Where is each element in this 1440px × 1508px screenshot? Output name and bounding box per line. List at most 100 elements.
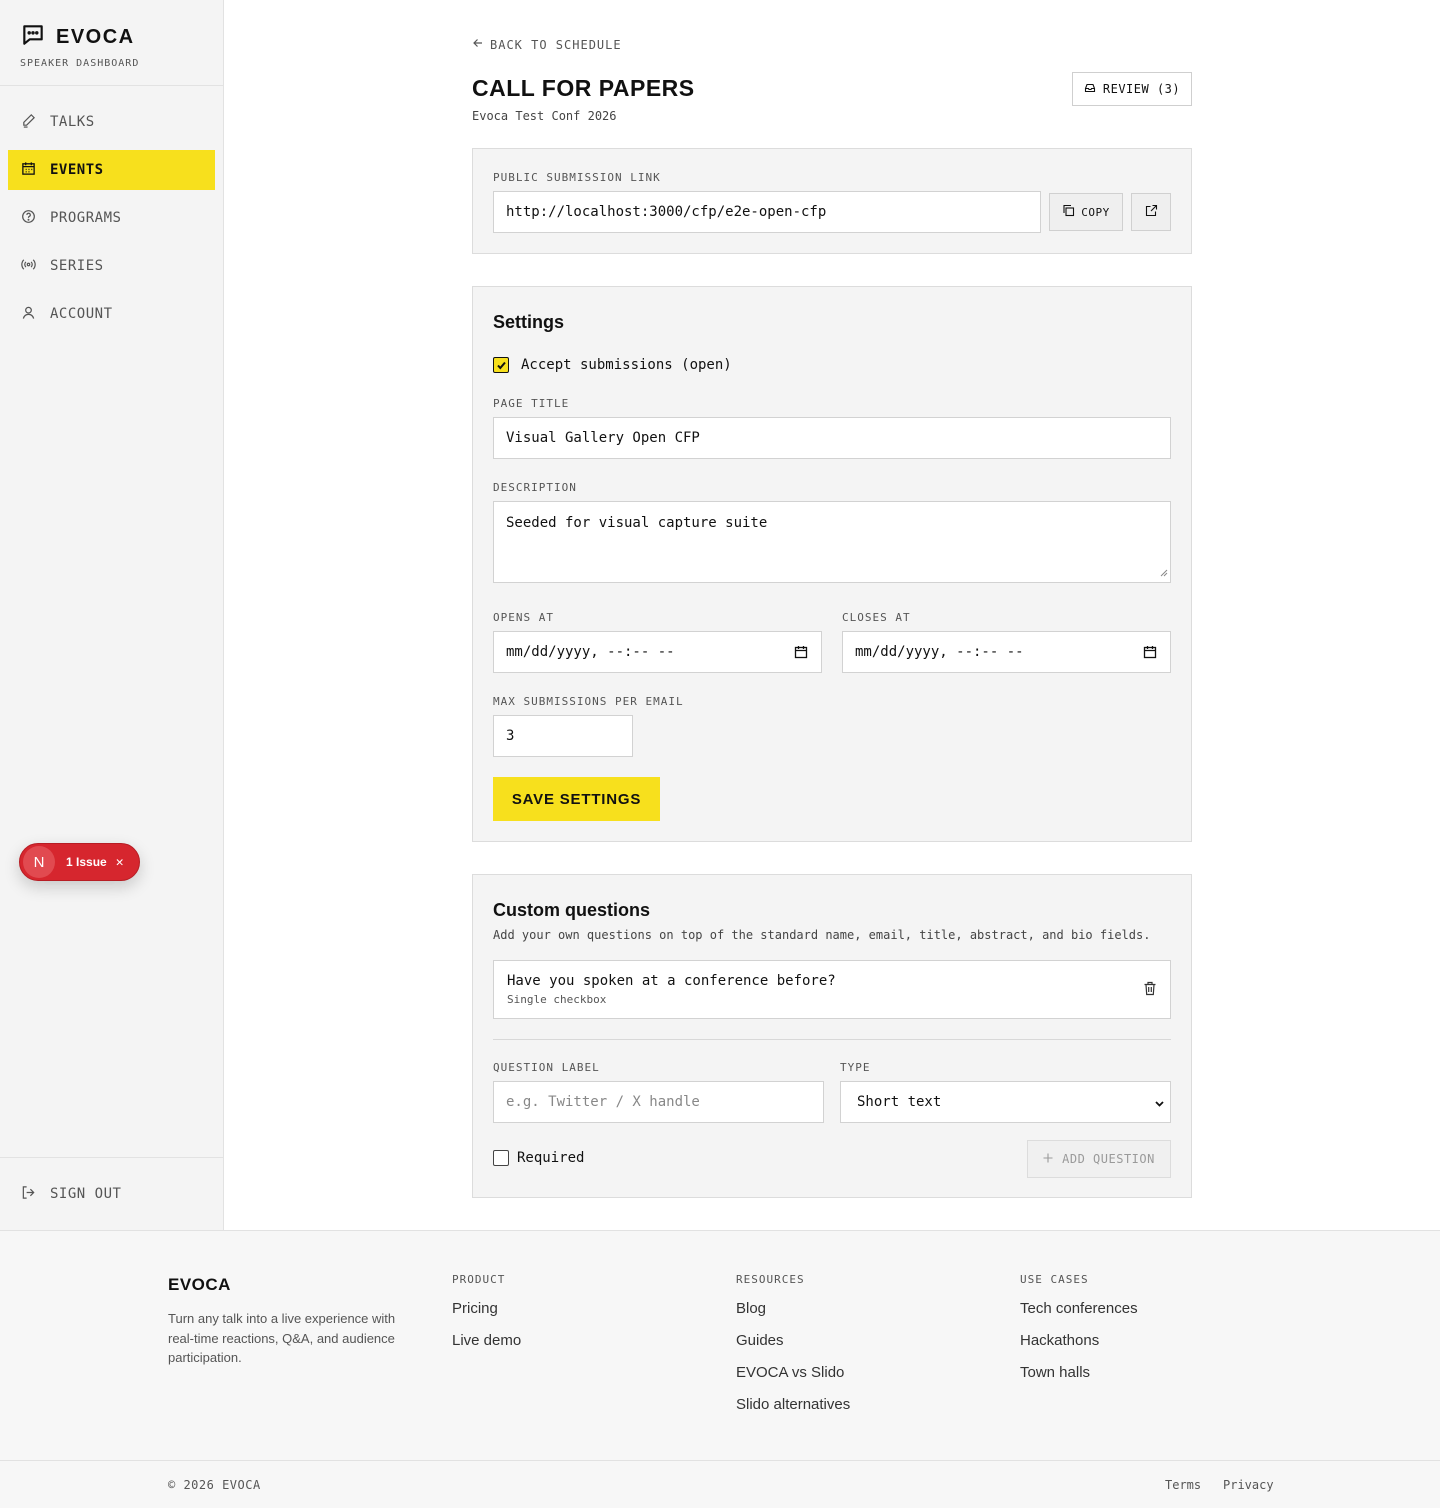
- description-textarea[interactable]: Seeded for visual capture suite: [493, 501, 1171, 583]
- question-type: Single checkbox: [507, 993, 607, 1006]
- privacy-link[interactable]: Privacy: [1223, 1478, 1274, 1492]
- help-circle-icon: [21, 209, 36, 228]
- page-title-input[interactable]: Visual Gallery Open CFP: [493, 417, 1171, 459]
- footer-description: Turn any talk into a live experience wit…: [168, 1311, 396, 1365]
- sidebar-item-label: EVENTS: [50, 162, 104, 178]
- footer-link-evoca-vs-slido[interactable]: EVOCA vs Slido: [736, 1364, 850, 1396]
- issue-count[interactable]: 1 Issue: [66, 855, 107, 869]
- open-link-button[interactable]: [1131, 193, 1171, 231]
- sidebar-item-talks[interactable]: TALKS: [8, 102, 215, 142]
- submission-link-input[interactable]: http://localhost:3000/cfp/e2e-open-cfp: [493, 191, 1041, 233]
- sign-out-icon: [21, 1185, 36, 1204]
- chevron-down-icon: [1154, 1097, 1165, 1113]
- review-label: REVIEW (3): [1102, 82, 1181, 96]
- accept-submissions-label: Accept submissions (open): [521, 357, 732, 373]
- footer-link-blog[interactable]: Blog: [736, 1300, 850, 1332]
- closes-at-label: CLOSES AT: [842, 611, 911, 624]
- calendar-icon[interactable]: [794, 645, 808, 663]
- type-field-label: TYPE: [840, 1061, 871, 1074]
- calendar-icon[interactable]: [1143, 645, 1157, 663]
- sign-out-label: SIGN OUT: [50, 1186, 122, 1202]
- custom-questions-heading: Custom questions: [493, 900, 651, 920]
- footer-column-resources: RESOURCES Blog Guides EVOCA vs Slido Sli…: [736, 1273, 850, 1428]
- broadcast-icon: [21, 257, 36, 276]
- arrow-left-icon: [472, 37, 484, 52]
- footer-column-title: USE CASES: [1020, 1273, 1089, 1286]
- sidebar-item-account[interactable]: ACCOUNT: [8, 294, 215, 334]
- trash-icon[interactable]: [1143, 981, 1157, 1000]
- footer-column-use-cases: USE CASES Tech conferences Hackathons To…: [1020, 1273, 1138, 1396]
- description-value: Seeded for visual capture suite: [506, 515, 768, 531]
- question-item: Have you spoken at a conference before? …: [493, 960, 1171, 1019]
- footer-brand[interactable]: EVOCA: [168, 1275, 231, 1295]
- opens-at-input[interactable]: mm/dd/yyyy, --:-- --: [493, 631, 822, 673]
- pen-icon: [21, 113, 36, 132]
- footer-link-hackathons[interactable]: Hackathons: [1020, 1332, 1138, 1364]
- footer-link-live-demo[interactable]: Live demo: [452, 1332, 521, 1364]
- site-footer: EVOCA Turn any talk into a live experien…: [0, 1230, 1440, 1508]
- issue-logo: N: [23, 846, 55, 878]
- divider: [493, 1039, 1171, 1040]
- close-icon[interactable]: ✕: [116, 855, 124, 870]
- opens-at-label: OPENS AT: [493, 611, 554, 624]
- sidebar-item-label: TALKS: [50, 114, 95, 130]
- add-question-button[interactable]: ADD QUESTION: [1027, 1140, 1171, 1178]
- footer-bottom-bar: © 2026 EVOCA Terms Privacy: [0, 1460, 1440, 1508]
- sidebar-item-series[interactable]: SERIES: [8, 246, 215, 286]
- add-question-label: ADD QUESTION: [1062, 1152, 1155, 1166]
- accept-submissions-checkbox[interactable]: [493, 357, 509, 373]
- footer-column-product: PRODUCT Pricing Live demo: [452, 1273, 521, 1364]
- sidebar: EVOCA SPEAKER DASHBOARD TALKS EVENTS PRO…: [0, 0, 224, 1230]
- question-label-input[interactable]: e.g. Twitter / X handle: [493, 1081, 824, 1123]
- issue-badge[interactable]: N 1 Issue ✕: [19, 843, 140, 881]
- external-link-icon: [1145, 204, 1158, 220]
- submission-link-card: PUBLIC SUBMISSION LINK http://localhost:…: [472, 148, 1192, 254]
- calendar-icon: [21, 161, 36, 180]
- required-label: Required: [517, 1150, 585, 1166]
- terms-link[interactable]: Terms: [1165, 1478, 1201, 1492]
- save-settings-button[interactable]: SAVE SETTINGS: [493, 777, 660, 821]
- sidebar-nav: TALKS EVENTS PROGRAMS SERIES ACCOUNT: [0, 86, 223, 334]
- plus-icon: [1043, 1152, 1053, 1166]
- accept-submissions-row: Accept submissions (open): [493, 357, 732, 373]
- required-checkbox[interactable]: [493, 1150, 509, 1166]
- submission-link-label: PUBLIC SUBMISSION LINK: [493, 171, 661, 184]
- question-label-field-label: QUESTION LABEL: [493, 1061, 600, 1074]
- footer-link-slido-alternatives[interactable]: Slido alternatives: [736, 1396, 850, 1428]
- page-title-label: PAGE TITLE: [493, 397, 570, 410]
- footer-link-pricing[interactable]: Pricing: [452, 1300, 521, 1332]
- copy-label: COPY: [1081, 205, 1110, 219]
- question-label-placeholder: e.g. Twitter / X handle: [506, 1094, 700, 1110]
- type-select-value: Short text: [857, 1094, 942, 1110]
- brand-subtitle: SPEAKER DASHBOARD: [20, 58, 140, 69]
- opens-at-value: mm/dd/yyyy, --:-- --: [506, 644, 675, 660]
- closes-at-value: mm/dd/yyyy, --:-- --: [855, 644, 1024, 660]
- sidebar-item-programs[interactable]: PROGRAMS: [8, 198, 215, 238]
- footer-link-town-halls[interactable]: Town halls: [1020, 1364, 1138, 1396]
- footer-link-guides[interactable]: Guides: [736, 1332, 850, 1364]
- footer-link-tech-conferences[interactable]: Tech conferences: [1020, 1300, 1138, 1332]
- sidebar-item-label: PROGRAMS: [50, 210, 122, 226]
- copy-button[interactable]: COPY: [1049, 193, 1123, 231]
- brand: EVOCA SPEAKER DASHBOARD: [0, 0, 223, 86]
- back-link[interactable]: BACK TO SCHEDULE: [472, 37, 622, 52]
- footer-column-title: PRODUCT: [452, 1273, 506, 1286]
- type-select[interactable]: Short text: [840, 1081, 1171, 1123]
- required-row: Required: [493, 1150, 584, 1166]
- review-button[interactable]: REVIEW (3): [1072, 72, 1192, 106]
- description-label: DESCRIPTION: [493, 481, 577, 494]
- inbox-icon: [1084, 82, 1096, 97]
- sidebar-item-events[interactable]: EVENTS: [8, 150, 215, 190]
- copy-icon: [1062, 204, 1075, 220]
- question-label: Have you spoken at a conference before?: [507, 973, 836, 989]
- closes-at-input[interactable]: mm/dd/yyyy, --:-- --: [842, 631, 1171, 673]
- sidebar-item-label: SERIES: [50, 258, 104, 274]
- chat-logo-icon: [20, 22, 46, 52]
- resize-handle-icon[interactable]: [1160, 565, 1168, 581]
- user-icon: [21, 305, 36, 324]
- brand-name[interactable]: EVOCA: [56, 26, 135, 49]
- page-title: CALL FOR PAPERS: [472, 75, 695, 101]
- sign-out-button[interactable]: SIGN OUT: [8, 1174, 215, 1214]
- max-submissions-input[interactable]: 3: [493, 715, 633, 757]
- custom-questions-card: Custom questions Add your own questions …: [472, 874, 1192, 1198]
